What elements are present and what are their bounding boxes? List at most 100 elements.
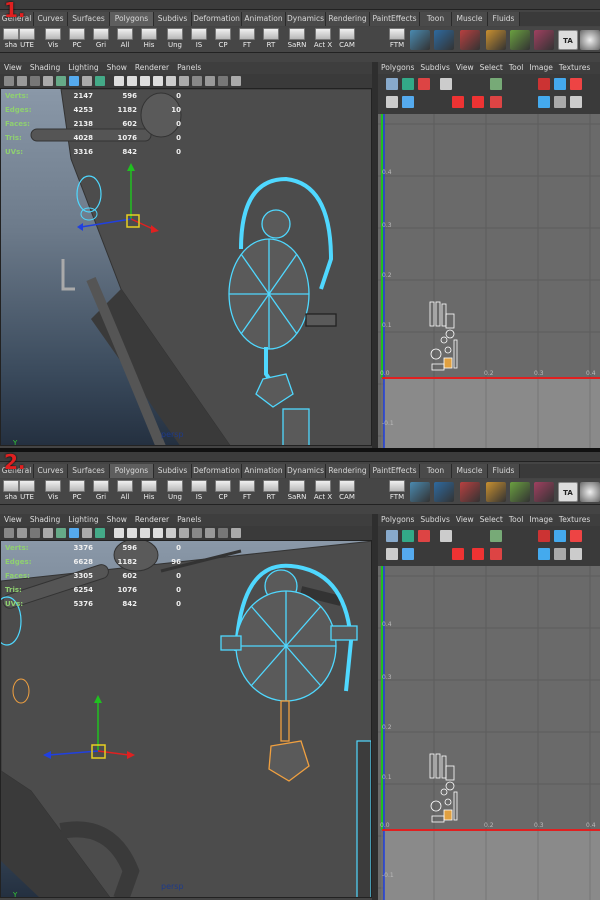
viewport-menu-renderer[interactable]: Renderer xyxy=(131,514,173,526)
viewport-tool-icon[interactable] xyxy=(43,76,53,86)
uv-tool-icon[interactable] xyxy=(386,530,398,542)
shelf-tab-muscle[interactable]: Muscle xyxy=(452,12,488,26)
viewport-tool-icon[interactable] xyxy=(205,528,215,538)
shelf-tab-curves[interactable]: Curves xyxy=(34,12,68,26)
uv-menu-textures[interactable]: Textures xyxy=(556,514,593,526)
uv-menu-view[interactable]: View xyxy=(453,62,477,74)
shelf-tab-fluids[interactable]: Fluids xyxy=(488,464,520,478)
shelf-button-ft[interactable]: FT xyxy=(236,480,258,504)
shelf-tab-surfaces[interactable]: Surfaces xyxy=(68,12,110,26)
shelf-button-is[interactable]: IS xyxy=(188,480,210,504)
shelf-tab-subdivs[interactable]: Subdivs xyxy=(154,12,192,26)
shelf-button-vis[interactable]: Vis xyxy=(42,480,64,504)
viewport-tool-icon[interactable] xyxy=(192,528,202,538)
viewport-tool-icon[interactable] xyxy=(140,76,150,86)
viewport-tool-icon[interactable] xyxy=(114,76,124,86)
bend-icon[interactable] xyxy=(434,482,454,502)
uv-tool-icon[interactable] xyxy=(386,78,398,90)
uv-tool-icon[interactable] xyxy=(538,530,550,542)
uv-menu-subdivs[interactable]: Subdivs xyxy=(417,514,452,526)
cube-icon[interactable] xyxy=(510,482,530,502)
viewport-tool-icon[interactable] xyxy=(4,528,14,538)
cube-icon[interactable] xyxy=(510,30,530,50)
shelf-tab-rendering[interactable]: Rendering xyxy=(326,464,370,478)
shelf-button-act-x[interactable]: Act X xyxy=(312,28,334,52)
viewport-tool-icon[interactable] xyxy=(82,528,92,538)
uv-menu-select[interactable]: Select xyxy=(477,62,506,74)
uv-tool-icon[interactable] xyxy=(570,548,582,560)
sculpt-icon[interactable] xyxy=(486,482,506,502)
viewport-menu-lighting[interactable]: Lighting xyxy=(64,62,102,74)
shelf-tab-animation[interactable]: Animation xyxy=(242,12,286,26)
viewport-menu-renderer[interactable]: Renderer xyxy=(131,62,173,74)
shelf-button-sarn[interactable]: SaRN xyxy=(286,28,308,52)
viewport-tool-icon[interactable] xyxy=(179,76,189,86)
viewport-tool-icon[interactable] xyxy=(231,76,241,86)
shelf-button-vis[interactable]: Vis xyxy=(42,28,64,52)
uv-tool-icon[interactable] xyxy=(554,530,566,542)
uv-tool-icon[interactable] xyxy=(570,78,582,90)
uv-menu-subdivs[interactable]: Subdivs xyxy=(417,62,452,74)
uv-tool-icon[interactable] xyxy=(490,548,502,560)
viewport-tool-icon[interactable] xyxy=(43,528,53,538)
uv-tool-icon[interactable] xyxy=(570,96,582,108)
perspective-viewport[interactable]: Verts: 2147 596 0 Edges: 4253 1182 10 Fa… xyxy=(0,88,372,446)
uv-tool-icon[interactable] xyxy=(554,78,566,90)
pen-icon[interactable] xyxy=(460,30,480,50)
viewport-menu-view[interactable]: View xyxy=(0,62,26,74)
viewport-tool-icon[interactable] xyxy=(179,528,189,538)
viewport-tool-icon[interactable] xyxy=(114,528,124,538)
viewport-tool-icon[interactable] xyxy=(218,76,228,86)
viewport-tool-icon[interactable] xyxy=(127,76,137,86)
shelf-button-gri[interactable]: Gri xyxy=(90,28,112,52)
viewport-menu-show[interactable]: Show xyxy=(103,62,131,74)
paint-icon[interactable] xyxy=(534,482,554,502)
uv-tool-icon[interactable] xyxy=(386,548,398,560)
shelf-button-ung[interactable]: Ung xyxy=(164,28,186,52)
shelf-tab-toon[interactable]: Toon xyxy=(420,464,452,478)
shelf-tab-surfaces[interactable]: Surfaces xyxy=(68,464,110,478)
shelf-button-ung[interactable]: Ung xyxy=(164,480,186,504)
shelf-tab-painteffects[interactable]: PaintEffects xyxy=(370,12,420,26)
shelf-button-is[interactable]: IS xyxy=(188,28,210,52)
shelf-tab-animation[interactable]: Animation xyxy=(242,464,286,478)
shelf-button-pc[interactable]: PC xyxy=(66,480,88,504)
viewport-tool-icon[interactable] xyxy=(69,528,79,538)
shelf-button-act-x[interactable]: Act X xyxy=(312,480,334,504)
shelf-button-ute[interactable]: UTE xyxy=(16,480,38,504)
shelf-tab-polygons[interactable]: Polygons xyxy=(110,12,154,26)
uv-texture-editor[interactable]: 0.4 0.3 0.2 0.1 0.0 0.2 0.3 0.4 -0.1 xyxy=(378,566,600,900)
viewport-tool-icon[interactable] xyxy=(205,76,215,86)
uv-menu-view[interactable]: View xyxy=(453,514,477,526)
viewport-tool-icon[interactable] xyxy=(153,76,163,86)
viewport-tool-icon[interactable] xyxy=(30,528,40,538)
uv-menu-tool[interactable]: Tool xyxy=(506,62,527,74)
uv-tool-icon[interactable] xyxy=(472,96,484,108)
shelf-tab-polygons[interactable]: Polygons xyxy=(110,464,154,478)
viewport-tool-icon[interactable] xyxy=(17,76,27,86)
viewport-tool-icon[interactable] xyxy=(69,76,79,86)
shelf-button-sarn[interactable]: SaRN xyxy=(286,480,308,504)
uv-tool-icon[interactable] xyxy=(570,530,582,542)
viewport-menu-view[interactable]: View xyxy=(0,514,26,526)
shelf-button-all[interactable]: All xyxy=(114,480,136,504)
shelf-button-ft[interactable]: FT xyxy=(236,28,258,52)
uv-tool-icon[interactable] xyxy=(418,78,430,90)
shelf-button-ftm[interactable]: FTM xyxy=(386,480,408,504)
pen-icon[interactable] xyxy=(460,482,480,502)
lattice-icon[interactable] xyxy=(410,482,430,502)
shelf-tab-rendering[interactable]: Rendering xyxy=(326,12,370,26)
shelf-button-his[interactable]: His xyxy=(138,28,160,52)
refresh-icon[interactable] xyxy=(580,482,600,502)
viewport-tool-icon[interactable] xyxy=(95,76,105,86)
uv-tool-icon[interactable] xyxy=(402,96,414,108)
shelf-tab-deformation[interactable]: Deformation xyxy=(192,464,242,478)
shelf-button-pc[interactable]: PC xyxy=(66,28,88,52)
viewport-tool-icon[interactable] xyxy=(218,528,228,538)
uv-tool-icon[interactable] xyxy=(402,78,414,90)
uv-menu-image[interactable]: Image xyxy=(526,62,556,74)
shelf-button-cam[interactable]: CAM xyxy=(336,28,358,52)
viewport-tool-icon[interactable] xyxy=(82,76,92,86)
uv-tool-icon[interactable] xyxy=(452,548,464,560)
viewport-tool-icon[interactable] xyxy=(166,528,176,538)
